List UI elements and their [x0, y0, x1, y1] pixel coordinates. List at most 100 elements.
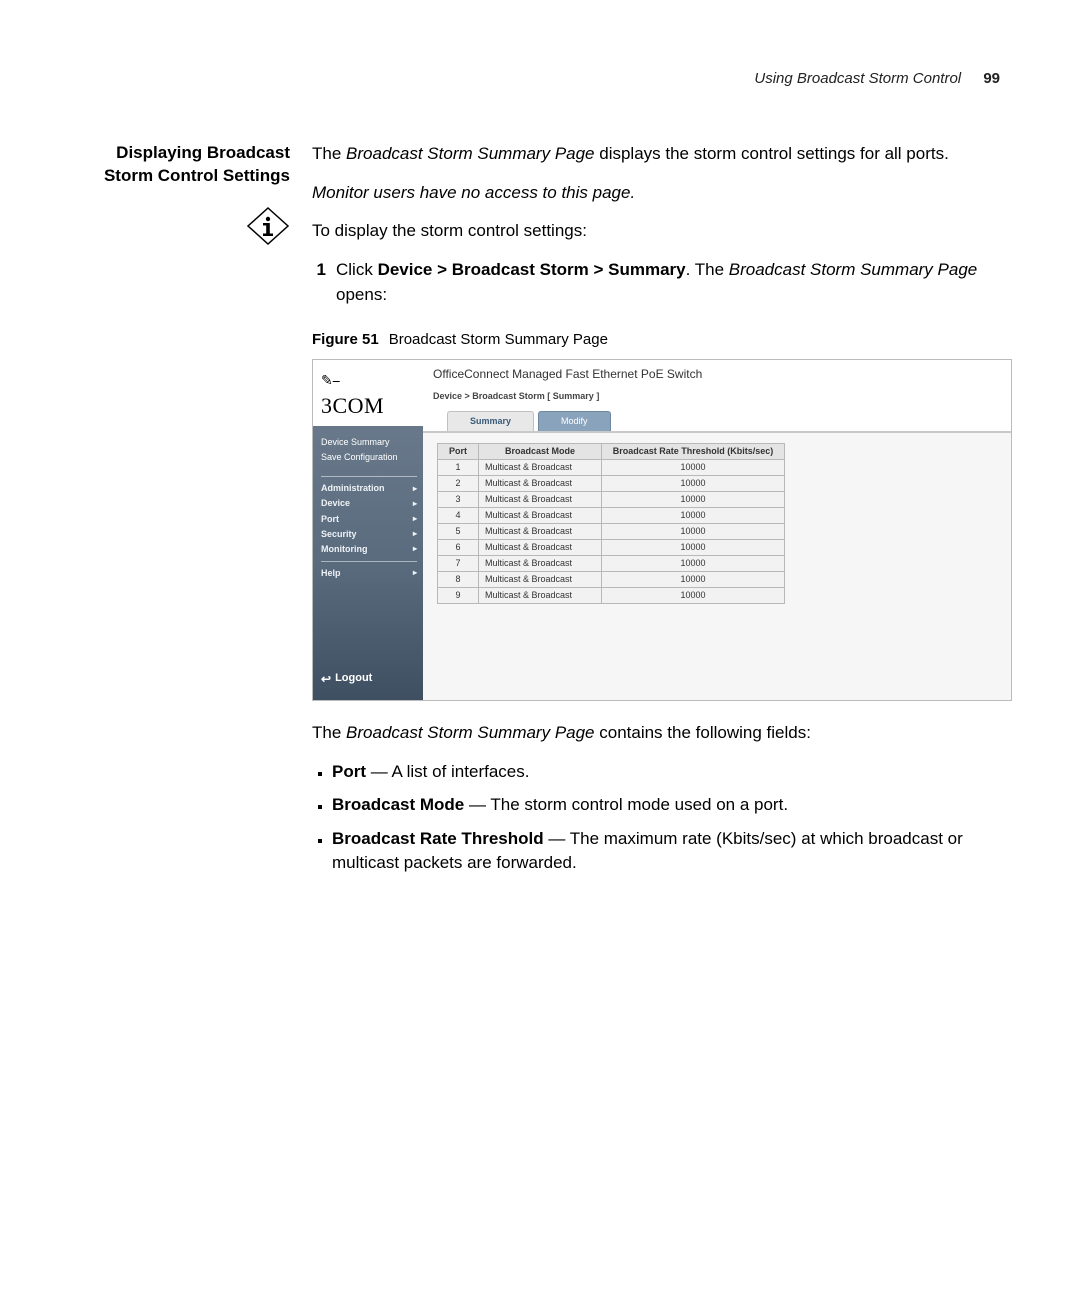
- chevron-right-icon: ▸: [413, 498, 417, 510]
- text: The: [312, 144, 346, 163]
- section-heading: Displaying Broadcast Storm Control Setti…: [90, 142, 290, 188]
- col-rate: Broadcast Rate Threshold (Kbits/sec): [602, 443, 785, 459]
- field-desc: — A list of interfaces.: [366, 762, 529, 781]
- text: contains the following fields:: [595, 723, 811, 742]
- cell-mode: Multicast & Broadcast: [479, 540, 602, 556]
- chevron-right-icon: ▸: [413, 567, 417, 579]
- sidebar-item-label: Port: [321, 513, 339, 526]
- cell-rate: 10000: [602, 476, 785, 492]
- lead-paragraph: To display the storm control settings:: [312, 219, 1012, 244]
- text: displays the storm control settings for …: [595, 144, 949, 163]
- list-item: Broadcast Rate Threshold — The maximum r…: [332, 827, 1012, 875]
- product-title: OfficeConnect Managed Fast Ethernet PoE …: [433, 367, 702, 381]
- sidebar-item-label: Administration: [321, 482, 385, 495]
- chevron-right-icon: ▸: [413, 513, 417, 525]
- cell-port: 1: [438, 460, 479, 476]
- brand-text: 3COM: [321, 393, 384, 418]
- cell-mode: Multicast & Broadcast: [479, 508, 602, 524]
- cell-mode: Multicast & Broadcast: [479, 460, 602, 476]
- cell-rate: 10000: [602, 540, 785, 556]
- text: The: [312, 723, 346, 742]
- figure-label: Figure 51: [312, 331, 379, 348]
- logo-icon: ✎⎯: [321, 370, 340, 390]
- text-em: Broadcast Storm Summary Page: [346, 144, 594, 163]
- step-text: Click Device > Broadcast Storm > Summary…: [336, 258, 1012, 307]
- tab-modify[interactable]: Modify: [538, 411, 611, 431]
- screenshot-sidebar: ✎⎯ 3COM Device Summary Save Configuratio…: [313, 360, 423, 700]
- cell-rate: 10000: [602, 460, 785, 476]
- cell-mode: Multicast & Broadcast: [479, 524, 602, 540]
- sidebar-item-label: Help: [321, 567, 341, 580]
- text-em: Broadcast Storm Summary Page: [729, 260, 977, 279]
- field-term: Broadcast Rate Threshold: [332, 829, 544, 848]
- cell-port: 8: [438, 572, 479, 588]
- text: opens:: [336, 285, 387, 304]
- text-bold: Device > Broadcast Storm > Summary: [378, 260, 686, 279]
- breadcrumb: Device > Broadcast Storm [ Summary ]: [423, 386, 1011, 407]
- cell-mode: Multicast & Broadcast: [479, 572, 602, 588]
- running-title: Using Broadcast Storm Control: [754, 70, 961, 87]
- figure-caption: Figure 51Broadcast Storm Summary Page: [312, 329, 1012, 351]
- sidebar-item-label: Device: [321, 497, 350, 510]
- cell-mode: Multicast & Broadcast: [479, 476, 602, 492]
- sidebar-item-administration[interactable]: Administration ▸: [321, 481, 417, 496]
- step-1: 1 Click Device > Broadcast Storm > Summa…: [312, 258, 1012, 307]
- cell-rate: 10000: [602, 524, 785, 540]
- sidebar-item-help[interactable]: Help ▸: [321, 566, 417, 581]
- chevron-right-icon: ▸: [413, 483, 417, 495]
- page-number: 99: [965, 70, 1000, 87]
- sidebar-item-label: Security: [321, 528, 357, 541]
- cell-port: 2: [438, 476, 479, 492]
- table-row: 9Multicast & Broadcast10000: [438, 588, 785, 604]
- cell-port: 4: [438, 508, 479, 524]
- sidebar-item-security[interactable]: Security ▸: [321, 527, 417, 542]
- table-row: 4Multicast & Broadcast10000: [438, 508, 785, 524]
- sidebar-item-port[interactable]: Port ▸: [321, 512, 417, 527]
- table-row: 8Multicast & Broadcast10000: [438, 572, 785, 588]
- logout-icon: ↩: [321, 671, 331, 688]
- cell-mode: Multicast & Broadcast: [479, 492, 602, 508]
- logout-button[interactable]: ↩ Logout: [321, 671, 417, 688]
- cell-port: 7: [438, 556, 479, 572]
- sidebar-link-save-config[interactable]: Save Configuration: [321, 451, 417, 464]
- table-row: 5Multicast & Broadcast10000: [438, 524, 785, 540]
- screenshot-figure: ✎⎯ 3COM Device Summary Save Configuratio…: [312, 359, 1012, 701]
- chevron-right-icon: ▸: [413, 528, 417, 540]
- cell-rate: 10000: [602, 492, 785, 508]
- table-row: 1Multicast & Broadcast10000: [438, 460, 785, 476]
- cell-port: 3: [438, 492, 479, 508]
- sidebar-item-device[interactable]: Device ▸: [321, 496, 417, 511]
- summary-table: Port Broadcast Mode Broadcast Rate Thres…: [437, 443, 785, 604]
- cell-rate: 10000: [602, 556, 785, 572]
- cell-port: 9: [438, 588, 479, 604]
- text-em: Broadcast Storm Summary Page: [346, 723, 594, 742]
- cell-mode: Multicast & Broadcast: [479, 556, 602, 572]
- list-item: Port — A list of interfaces.: [332, 760, 1012, 784]
- text: . The: [686, 260, 729, 279]
- sidebar-link-device-summary[interactable]: Device Summary: [321, 436, 417, 449]
- logout-label: Logout: [335, 671, 372, 687]
- field-desc: — The storm control mode used on a port.: [464, 795, 788, 814]
- col-mode: Broadcast Mode: [479, 443, 602, 459]
- table-row: 3Multicast & Broadcast10000: [438, 492, 785, 508]
- screenshot-header: OfficeConnect Managed Fast Ethernet PoE …: [423, 360, 1011, 386]
- table-row: 2Multicast & Broadcast10000: [438, 476, 785, 492]
- chevron-right-icon: ▸: [413, 543, 417, 555]
- info-icon: [246, 206, 290, 246]
- brand-logo: ✎⎯ 3COM: [313, 360, 423, 426]
- cell-rate: 10000: [602, 508, 785, 524]
- list-item: Broadcast Mode — The storm control mode …: [332, 793, 1012, 817]
- tab-bar: Summary Modify: [423, 407, 1011, 433]
- tab-summary[interactable]: Summary: [447, 411, 534, 431]
- table-header-row: Port Broadcast Mode Broadcast Rate Thres…: [438, 443, 785, 459]
- note-paragraph: Monitor users have no access to this pag…: [312, 181, 1012, 206]
- sidebar-item-monitoring[interactable]: Monitoring▸: [321, 542, 417, 557]
- table-row: 7Multicast & Broadcast10000: [438, 556, 785, 572]
- cell-mode: Multicast & Broadcast: [479, 588, 602, 604]
- fields-lead: The Broadcast Storm Summary Page contain…: [312, 721, 1012, 746]
- fields-list: Port — A list of interfaces. Broadcast Mo…: [312, 760, 1012, 875]
- cell-rate: 10000: [602, 572, 785, 588]
- table-row: 6Multicast & Broadcast10000: [438, 540, 785, 556]
- field-term: Port: [332, 762, 366, 781]
- text: Click: [336, 260, 378, 279]
